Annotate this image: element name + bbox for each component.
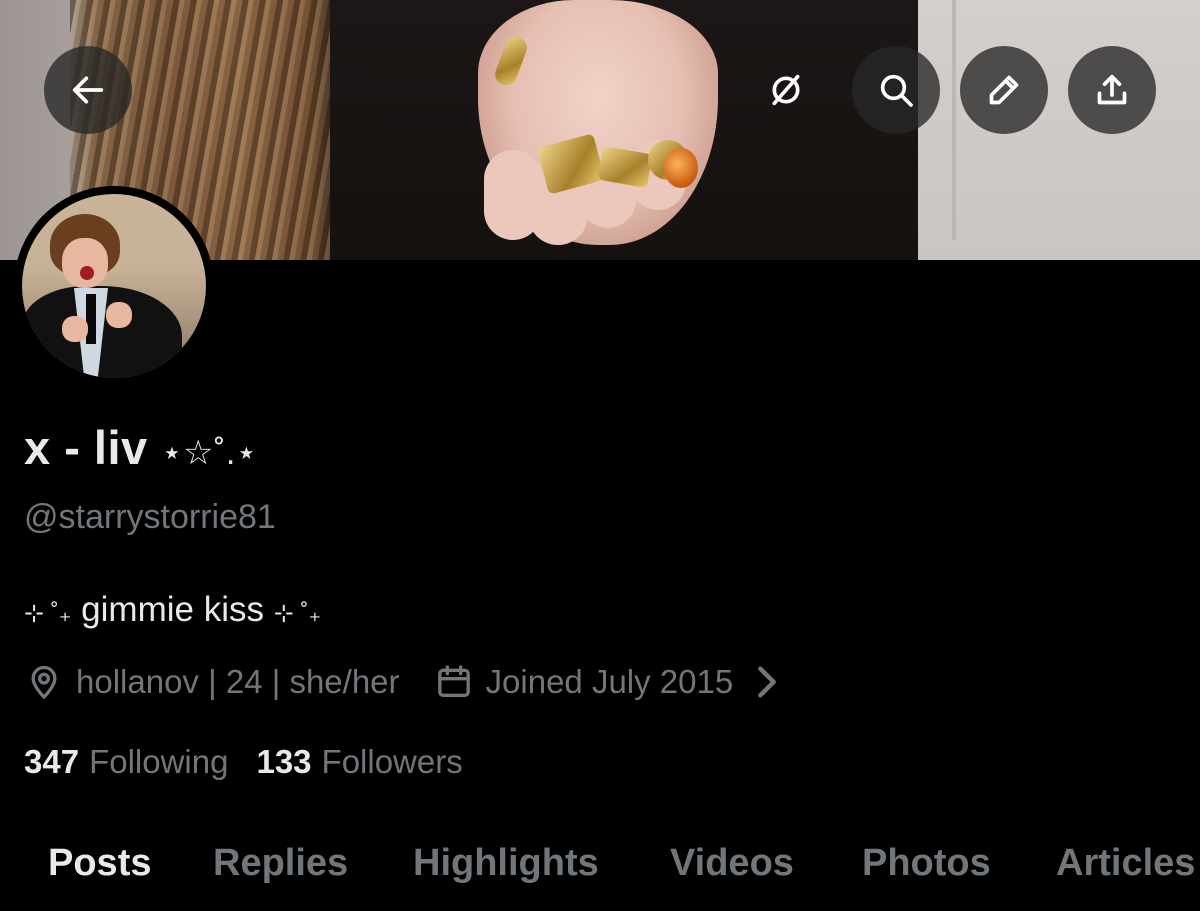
followers-label: Followers [321, 743, 463, 780]
avatar-mouth [80, 266, 94, 280]
bio-suffix: ⊹ ˚₊ [273, 600, 322, 627]
follow-stats: 347 Following 133 Followers [24, 740, 463, 784]
user-handle: @starrystorrie81 [24, 498, 276, 536]
chevron-right-icon [758, 666, 777, 698]
tab-posts[interactable]: Posts [48, 842, 151, 885]
avatar-face [62, 238, 108, 288]
share-button[interactable] [1068, 46, 1156, 134]
tab-highlights[interactable]: Highlights [413, 842, 599, 885]
banner-wall [918, 0, 1200, 260]
display-name: x - liv ⋆☆˚.⋆ [24, 420, 258, 475]
following-stat[interactable]: 347 Following [24, 743, 228, 781]
tab-articles[interactable]: Articles [1056, 842, 1195, 885]
location-text: hollanov | 24 | she/her [76, 663, 400, 700]
followers-count: 133 [256, 743, 312, 780]
profile-meta-row: hollanov | 24 | she/her Joined July 2015 [24, 660, 799, 704]
avatar-fist [62, 316, 88, 342]
joined-text: Joined July 2015 [485, 663, 734, 700]
location-item: hollanov | 24 | she/her [24, 662, 400, 702]
profile-page: x - liv ⋆☆˚.⋆ @starrystorrie81 ⊹ ˚₊ gimm… [0, 0, 1200, 911]
display-name-decoration: ⋆☆˚.⋆ [161, 434, 258, 472]
avatar-image [22, 194, 206, 378]
pencil-icon [989, 75, 1019, 105]
bio-prefix: ⊹ ˚₊ [24, 600, 72, 627]
slashed-circle-icon [772, 74, 800, 106]
profile-tabs: Posts Replies Highlights Videos Photos A… [0, 830, 1200, 911]
bio: ⊹ ˚₊ gimmie kiss ⊹ ˚₊ [24, 590, 321, 630]
avatar-fist [106, 302, 132, 328]
arrow-left-icon [72, 76, 104, 104]
edit-button[interactable] [960, 46, 1048, 134]
location-pin-icon [31, 665, 57, 700]
following-label: Following [89, 743, 229, 780]
banner-gem [664, 148, 698, 188]
share-icon [1097, 74, 1127, 105]
bio-text: gimmie kiss [81, 590, 264, 629]
tab-videos[interactable]: Videos [670, 842, 794, 885]
joined-item[interactable]: Joined July 2015 [434, 662, 800, 702]
display-name-text: x - liv [24, 421, 148, 474]
avatar[interactable] [14, 186, 214, 386]
calendar-icon [437, 665, 470, 697]
search-icon [880, 74, 913, 107]
grok-button[interactable] [742, 46, 830, 134]
followers-stat[interactable]: 133 Followers [256, 743, 462, 781]
avatar-tie [86, 294, 96, 344]
tab-replies[interactable]: Replies [213, 842, 348, 885]
search-button[interactable] [852, 46, 940, 134]
following-count: 347 [24, 743, 80, 780]
back-button[interactable] [44, 46, 132, 134]
banner-wall-edge [952, 0, 956, 240]
tab-photos[interactable]: Photos [862, 842, 991, 885]
